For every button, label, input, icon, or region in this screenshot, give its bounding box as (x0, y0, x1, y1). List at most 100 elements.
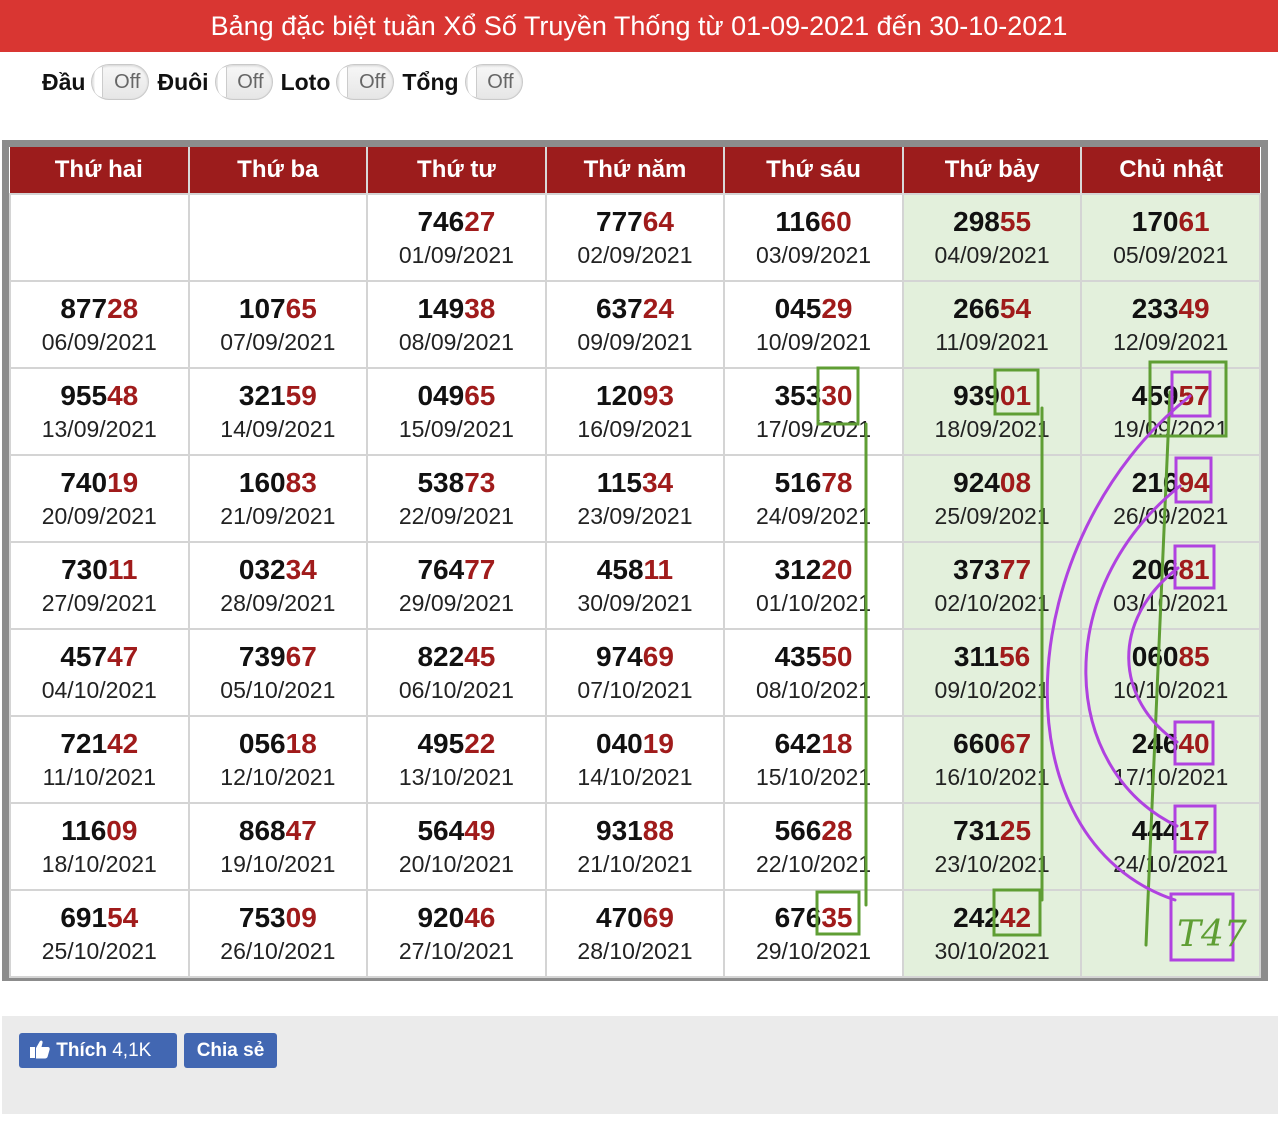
results-table: Thứ hai Thứ ba Thứ tư Thứ năm Thứ sáu Thứ bảy… (9, 147, 1261, 978)
column-header: Chủ nhật (1081, 147, 1260, 194)
result-number-tail: 77 (464, 553, 496, 585)
result-cell: 64218 15/10/2021 (723, 715, 904, 804)
result-number: 43550 (725, 640, 902, 674)
result-date: 05/09/2021 (1113, 241, 1229, 268)
toggle-tong-switch[interactable]: Off (464, 64, 523, 100)
thumbs-up-icon (29, 1040, 56, 1061)
result-cell (187, 193, 369, 282)
toggle-label-duoi: Đuôi (157, 68, 209, 95)
result-number: 49522 (368, 727, 545, 761)
result-cell: 76477 29/09/2021 (366, 541, 547, 630)
result-number: 76477 (368, 553, 545, 587)
result-date: 01/09/2021 (398, 241, 514, 268)
result-date: 20/10/2021 (398, 850, 514, 877)
result-date: 21/10/2021 (577, 850, 693, 877)
result-number: 92046 (368, 901, 545, 935)
result-cell: 14938 08/09/2021 (366, 280, 547, 369)
result-number-tail: 55 (999, 205, 1032, 237)
result-number-tail: 94 (1178, 466, 1210, 498)
result-number-head: 060 (1131, 640, 1179, 672)
result-cell: 03234 28/09/2021 (187, 541, 369, 630)
result-cell: 73125 23/10/2021 (901, 802, 1083, 891)
result-cell: 35330 17/09/2021 (723, 367, 904, 456)
result-cell: 53873 22/09/2021 (366, 454, 547, 543)
result-cell: 67635 29/10/2021 (723, 889, 904, 978)
result-date: 05/10/2021 (220, 676, 336, 703)
result-number-head: 566 (774, 814, 822, 846)
result-date: 02/10/2021 (934, 589, 1050, 616)
result-number-head: 746 (417, 205, 465, 237)
result-number-head: 242 (953, 901, 1000, 933)
like-label: Thích (56, 1040, 107, 1061)
result-number-head: 974 (596, 640, 643, 672)
result-number: 32159 (190, 379, 367, 413)
facebook-share-button[interactable]: Chia sẻ (184, 1033, 277, 1068)
result-date: 29/09/2021 (398, 589, 514, 616)
result-number-head: 149 (417, 292, 465, 324)
result-number-tail: 30 (821, 379, 853, 411)
result-cell: 16083 21/09/2021 (187, 454, 369, 543)
result-number-head: 877 (60, 292, 108, 324)
result-cell: 43550 08/10/2021 (723, 628, 904, 717)
result-date: 24/09/2021 (755, 502, 872, 529)
result-number-tail: 56 (999, 640, 1031, 672)
result-number-head: 731 (953, 814, 1000, 846)
result-date: 18/09/2021 (934, 415, 1050, 442)
result-date: 08/09/2021 (398, 328, 514, 355)
result-number-head: 637 (596, 292, 643, 324)
result-number-tail: 01 (999, 379, 1032, 411)
result-date: 12/10/2021 (220, 763, 336, 790)
result-cell: 56449 20/10/2021 (366, 802, 547, 891)
result-date: 24/10/2021 (1113, 850, 1229, 877)
result-number-tail: 11 (107, 553, 138, 585)
result-number-head: 233 (1131, 292, 1179, 324)
result-number-tail: 67 (285, 640, 317, 672)
toggle-duoi-switch[interactable]: Off (214, 64, 273, 100)
result-number-head: 939 (953, 379, 1000, 411)
toggle-dau-switch[interactable]: Off (91, 64, 150, 100)
result-number-tail: 49 (464, 814, 496, 846)
result-date: 14/10/2021 (577, 763, 693, 790)
result-number-tail: 42 (999, 901, 1032, 933)
table-row: 95548 13/09/2021 32159 14/09/2021 04965 15/09… (9, 367, 1261, 456)
result-number-tail: 34 (285, 553, 317, 585)
table-row: 72142 11/10/2021 05618 12/10/2021 49522 13/10… (9, 715, 1261, 804)
result-number: 29855 (904, 205, 1081, 239)
column-header: Thứ sáu (724, 147, 904, 194)
result-number-head: 753 (238, 901, 286, 933)
result-number: 95548 (11, 379, 188, 413)
like-count: 4,1K (112, 1040, 152, 1061)
result-number: 31220 (725, 553, 902, 587)
facebook-like-button[interactable]: Thích 4,1K (19, 1033, 177, 1068)
result-cell: 69154 25/10/2021 (9, 889, 190, 978)
result-number: 45957 (1082, 379, 1259, 413)
result-number-head: 312 (774, 553, 822, 585)
result-date: 09/09/2021 (577, 328, 693, 355)
result-date: 15/09/2021 (398, 415, 514, 442)
result-cell: 11609 18/10/2021 (9, 802, 190, 891)
result-date: 19/09/2021 (1113, 415, 1229, 442)
result-number: 05618 (190, 727, 367, 761)
result-number-head: 435 (774, 640, 822, 672)
result-number: 04529 (725, 292, 902, 326)
result-number: 87728 (11, 292, 188, 326)
result-date: 04/09/2021 (934, 241, 1050, 268)
result-cell: 05618 12/10/2021 (187, 715, 369, 804)
result-number: 64218 (725, 727, 902, 761)
result-cell: 44417 24/10/2021 (1080, 802, 1261, 891)
result-number-head: 730 (61, 553, 108, 585)
result-number-head: 676 (774, 901, 822, 933)
toggle-loto-switch[interactable]: Off (336, 64, 395, 100)
table-row: 69154 25/10/2021 75309 26/10/2021 92046 27/10… (9, 889, 1261, 978)
result-number: 67635 (725, 901, 902, 935)
result-number-tail: 73 (464, 466, 496, 498)
result-date: 03/09/2021 (755, 241, 872, 268)
result-date: 27/10/2021 (398, 937, 514, 964)
toggle-label-tong: Tổng (402, 68, 459, 95)
result-number-tail: 93 (642, 379, 674, 411)
result-number-head: 642 (774, 727, 822, 759)
result-date: 21/09/2021 (220, 502, 336, 529)
result-number: 23349 (1082, 292, 1259, 326)
result-number-head: 868 (238, 814, 286, 846)
result-number-head: 032 (238, 553, 286, 585)
